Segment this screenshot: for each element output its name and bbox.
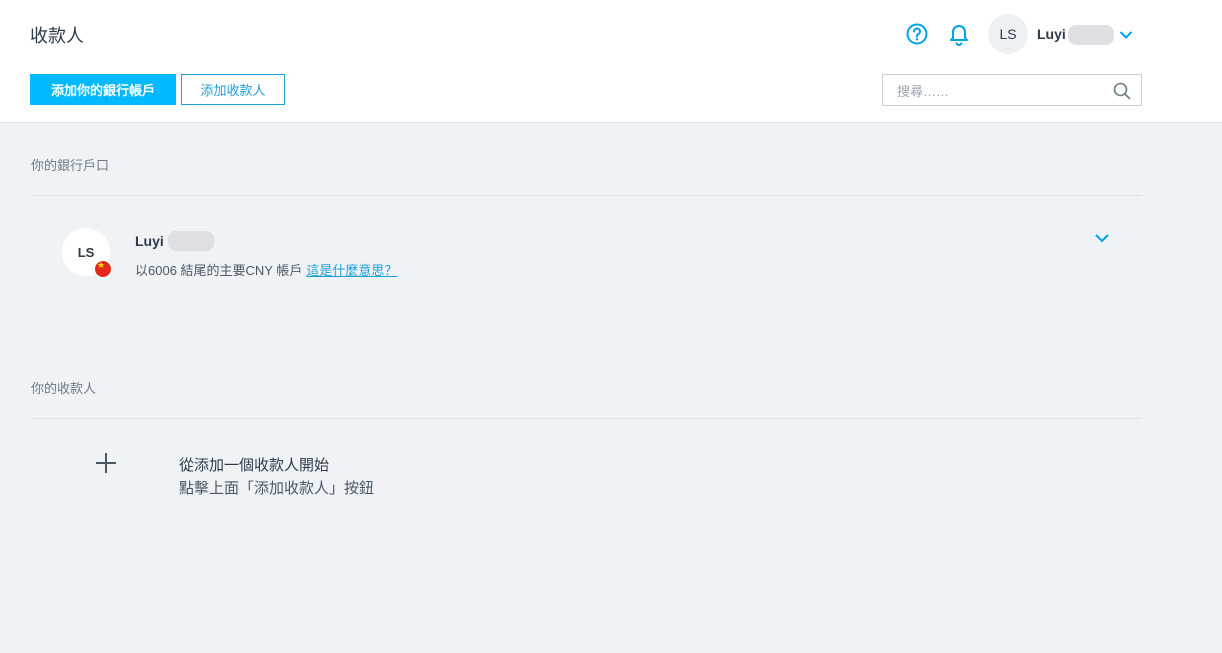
cny-flag-icon: ★ [94, 260, 112, 278]
add-recipient-button[interactable]: 添加收款人 [181, 74, 285, 105]
add-bank-account-button[interactable]: 添加你的銀行帳戶 [30, 74, 176, 105]
divider [31, 418, 1142, 419]
what-is-this-link[interactable]: 這是什麼意思？ [306, 263, 397, 278]
recipients-section-label: 你的收款人 [31, 381, 97, 396]
plus-icon[interactable] [95, 452, 117, 479]
search-box[interactable] [882, 74, 1142, 106]
divider [31, 195, 1142, 196]
account-description: 以6006 結尾的主要CNY 帳戶 這是什麼意思？ [135, 260, 397, 279]
account-description-text: 以6006 結尾的主要CNY 帳戶 [135, 263, 303, 278]
header-bar: 收款人 添加你的銀行帳戶 添加收款人 LS Luyi [0, 0, 1222, 123]
empty-state-title: 從添加一個收款人開始 [179, 457, 330, 474]
user-name[interactable]: Luyi [1037, 26, 1066, 42]
expand-chevron-icon[interactable] [1094, 231, 1110, 249]
chevron-down-icon[interactable] [1119, 27, 1133, 45]
search-icon[interactable] [1113, 82, 1131, 105]
page-title: 收款人 [30, 26, 84, 46]
empty-state-subtitle: 點擊上面「添加收款人」按鈕 [179, 480, 375, 497]
user-avatar[interactable]: LS [988, 14, 1028, 54]
bell-icon[interactable] [948, 22, 970, 51]
account-name: Luyi [135, 233, 164, 249]
help-icon[interactable] [906, 23, 928, 50]
redacted-surname [168, 231, 214, 251]
bank-section-label: 你的銀行戶口 [31, 158, 110, 173]
redacted-surname [1068, 25, 1114, 45]
search-input[interactable] [895, 81, 1109, 101]
